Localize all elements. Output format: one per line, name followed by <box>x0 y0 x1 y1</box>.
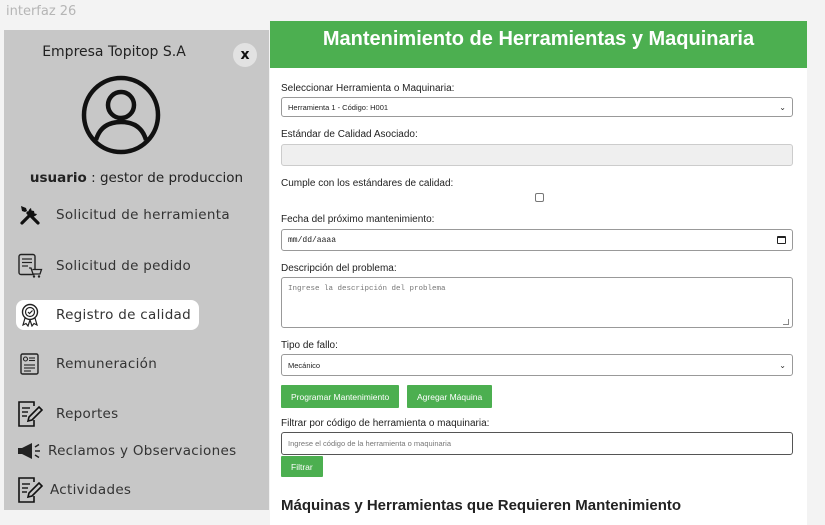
close-sidebar-button[interactable]: x <box>233 43 257 67</box>
nav-label: Reportes <box>56 406 119 422</box>
nav-item-reports[interactable]: Reportes <box>16 399 119 429</box>
description-textarea[interactable]: Ingrese la descripción del problema <box>281 277 793 328</box>
description-label: Descripción del problema: <box>281 263 397 274</box>
date-label: Fecha del próximo mantenimiento: <box>281 214 435 225</box>
user-info: usuario : gestor de produccion <box>4 170 269 186</box>
nav-item-remuneration[interactable]: Remuneración <box>16 349 157 379</box>
maintenance-list-title: Máquinas y Herramientas que Requieren Ma… <box>281 497 682 514</box>
nav-item-complaints[interactable]: Reclamos y Observaciones <box>16 436 236 466</box>
failure-type-value: Mecánico <box>288 360 321 370</box>
tool-select-label: Seleccionar Herramienta o Maquinaria: <box>281 83 455 94</box>
main-panel: Mantenimiento de Herramientas y Maquinar… <box>270 21 807 525</box>
chevron-down-icon: ⌄ <box>779 360 786 370</box>
failure-type-label: Tipo de fallo: <box>281 340 338 351</box>
megaphone-icon <box>16 437 44 465</box>
nav-label: Reclamos y Observaciones <box>48 443 237 459</box>
report-edit-icon <box>16 400 44 428</box>
complies-checkbox[interactable] <box>535 193 544 202</box>
order-cart-icon <box>16 252 44 280</box>
activity-edit-icon <box>16 476 44 504</box>
nav-item-quality-registry[interactable]: Registro de calidad <box>16 300 199 330</box>
filter-button[interactable]: Filtrar <box>281 456 323 477</box>
filter-placeholder: Ingrese el código de la herramienta o ma… <box>288 439 452 448</box>
chevron-down-icon: ⌄ <box>779 102 786 112</box>
tool-select-value: Herramienta 1 - Código: H001 <box>288 102 389 112</box>
nav-label: Solicitud de pedido <box>56 258 192 274</box>
payment-document-icon <box>16 350 44 378</box>
standard-field <box>281 144 793 166</box>
sidebar: Empresa Topitop S.A x usuario : gestor d… <box>4 30 269 510</box>
add-machine-button[interactable]: Agregar Máquina <box>407 385 493 408</box>
description-placeholder: Ingrese la descripción del problema <box>288 285 446 293</box>
tools-icon <box>16 201 44 229</box>
user-avatar-icon <box>81 75 161 155</box>
nav-item-order-request[interactable]: Solicitud de pedido <box>16 251 191 281</box>
complies-label: Cumple con los estándares de calidad: <box>281 178 454 189</box>
schedule-maintenance-button[interactable]: Programar Mantenimiento <box>281 385 400 408</box>
user-role: : gestor de produccion <box>86 170 244 186</box>
nav-label: Remuneración <box>56 356 158 372</box>
failure-type-select[interactable]: Mecánico ⌄ <box>281 354 793 376</box>
company-name: Empresa Topitop S.A <box>42 44 186 60</box>
date-value: mm/dd/aaaa <box>288 235 337 245</box>
user-label: usuario <box>29 170 87 186</box>
nav-item-tool-request[interactable]: Solicitud de herramienta <box>16 200 230 230</box>
tool-select[interactable]: Herramienta 1 - Código: H001 ⌄ <box>281 97 793 117</box>
resize-handle-icon[interactable] <box>783 319 789 325</box>
window-title: interfaz 26 <box>6 4 77 19</box>
quality-badge-icon <box>16 301 44 329</box>
calendar-icon[interactable] <box>777 236 786 244</box>
page-title: Mantenimiento de Herramientas y Maquinar… <box>270 21 807 68</box>
nav-label: Registro de calidad <box>56 307 192 323</box>
standard-label: Estándar de Calidad Asociado: <box>281 129 418 140</box>
nav-label: Solicitud de herramienta <box>56 207 230 223</box>
nav-label: Actividades <box>50 482 132 498</box>
filter-input[interactable]: Ingrese el código de la herramienta o ma… <box>281 432 793 455</box>
filter-label: Filtrar por código de herramienta o maqu… <box>281 418 490 429</box>
maintenance-date-input[interactable]: mm/dd/aaaa <box>281 229 793 251</box>
nav-item-activities[interactable]: Actividades <box>16 475 131 505</box>
